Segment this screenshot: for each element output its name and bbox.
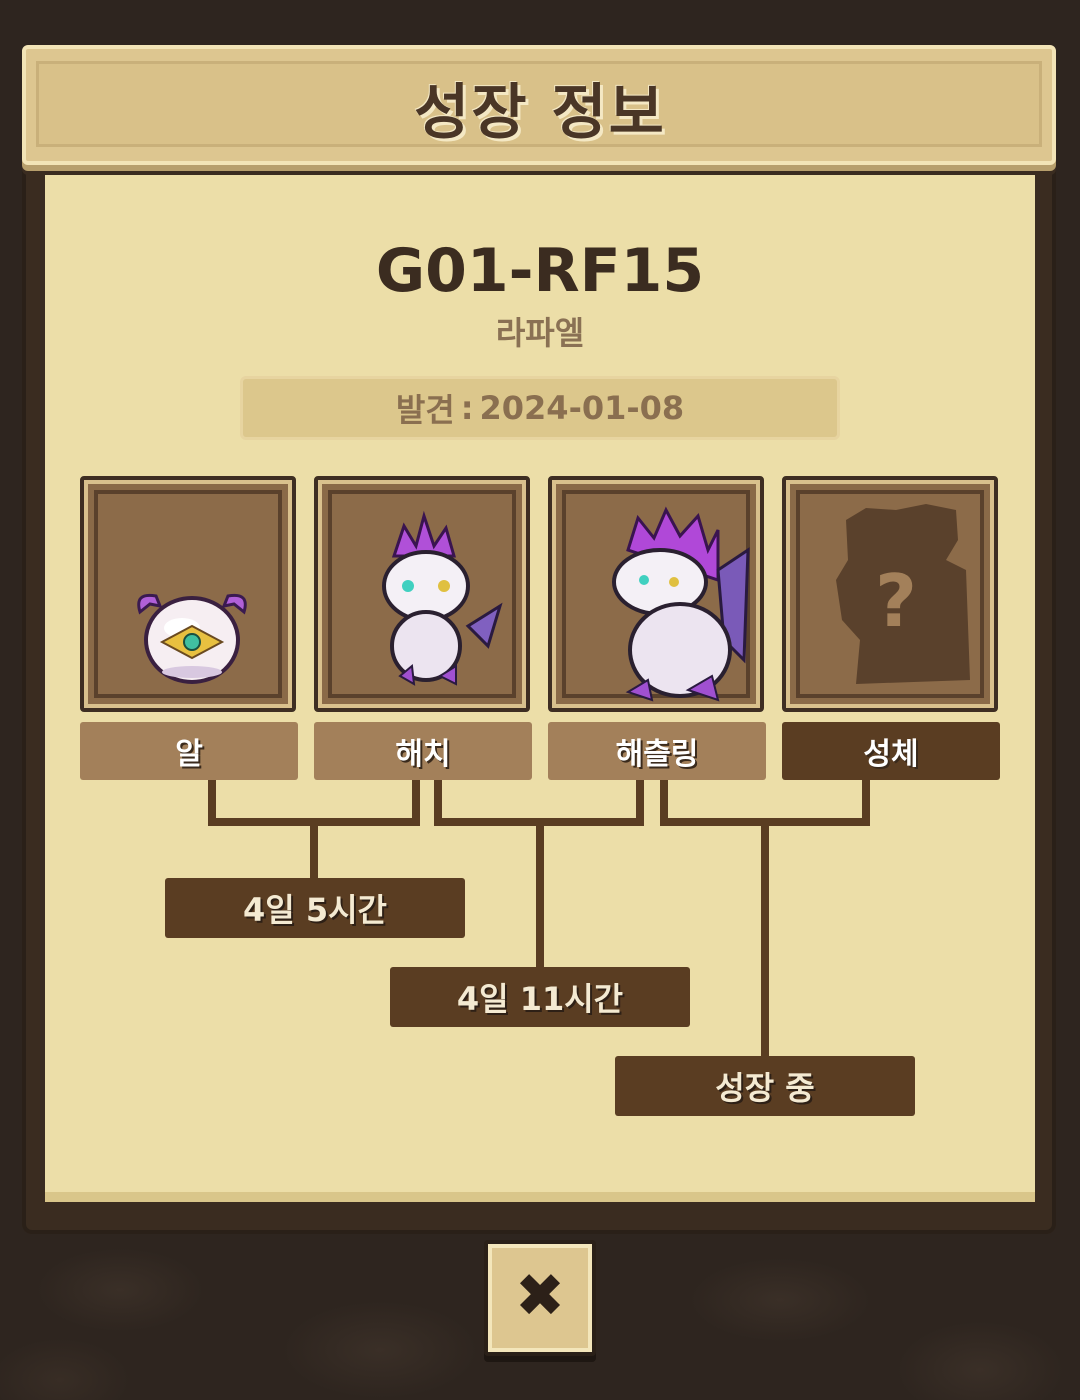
duration-egg-to-hatch: 4일 5시간 [165, 878, 465, 938]
close-button[interactable]: ✖ [484, 1240, 596, 1356]
close-icon: ✖ [514, 1261, 566, 1331]
duration-hatch-to-hatchling: 4일 11시간 [390, 967, 690, 1027]
duration-hatchling-growing: 성장 중 [615, 1056, 915, 1116]
timeline-connectors [208, 780, 870, 1058]
